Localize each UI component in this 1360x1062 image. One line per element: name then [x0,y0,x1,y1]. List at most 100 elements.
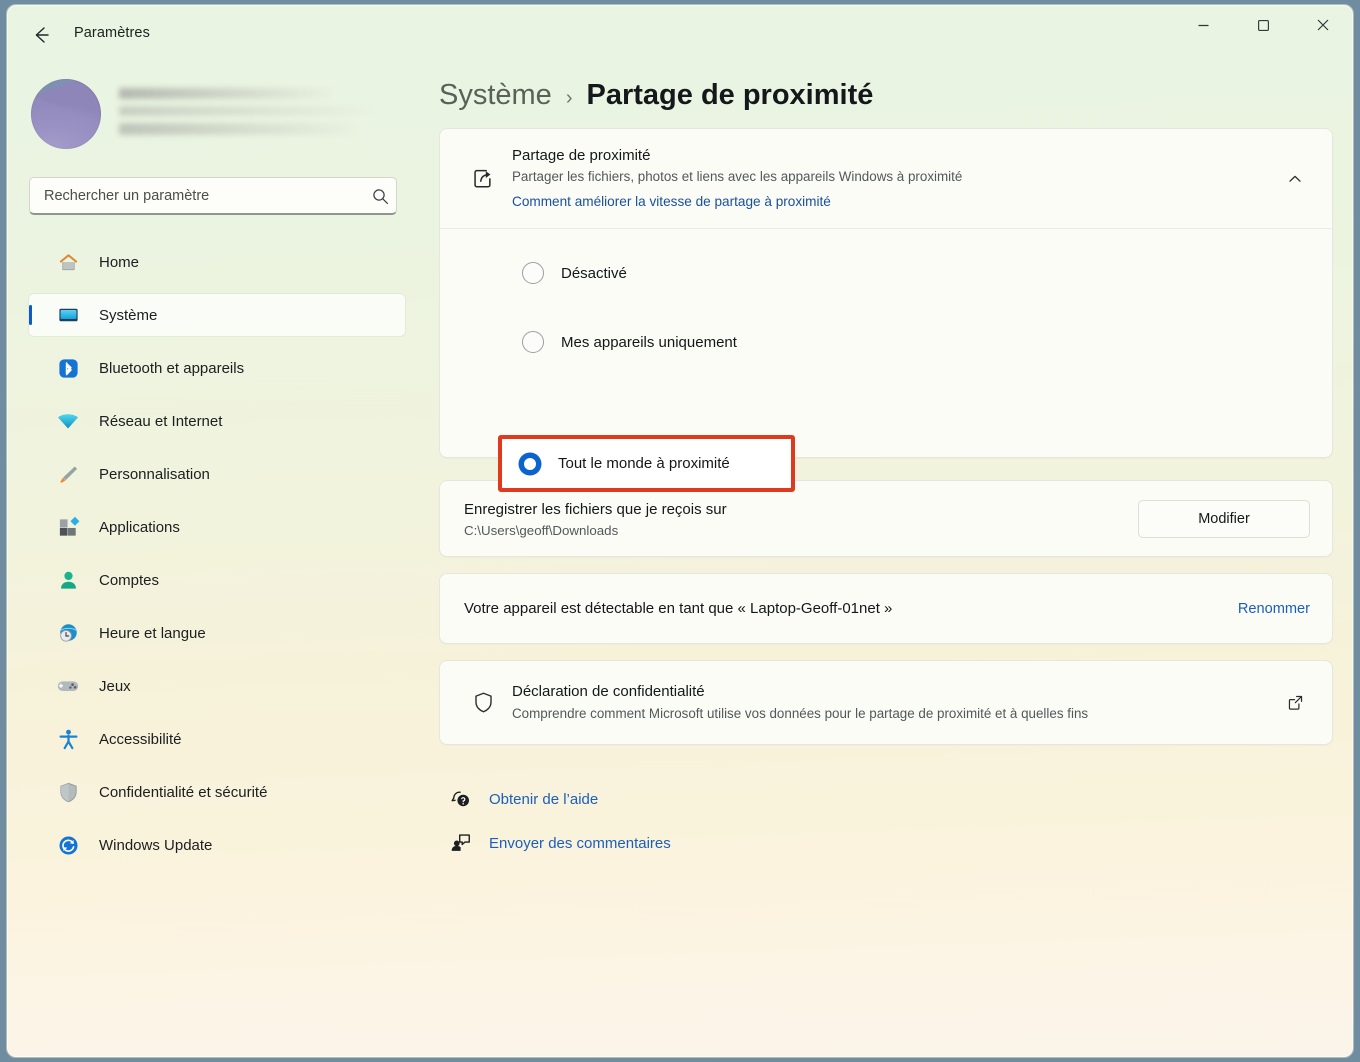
sidebar-item-home[interactable]: Home [29,241,405,283]
nearby-sharing-card: Partage de proximité Partager les fichie… [439,128,1333,459]
sidebar-item-personnalisation[interactable]: Personnalisation [29,453,405,495]
sidebar-item-label: Confidentialité et sécurité [99,783,268,801]
sidebar-item-reseau[interactable]: Réseau et Internet [29,400,405,442]
app-title: Paramètres [74,25,150,41]
sidebar-item-bluetooth[interactable]: Bluetooth et appareils [29,347,405,389]
privacy-row[interactable]: Déclaration de confidentialité Comprendr… [440,661,1332,744]
close-icon [1317,19,1329,31]
radio-label: Désactivé [561,264,627,282]
minimize-icon [1198,24,1208,26]
radio-label: Mes appareils uniquement [561,333,737,351]
search-box [29,177,405,215]
breadcrumb: Système › Partage de proximité [439,65,1333,112]
radio-indicator-selected [519,452,541,475]
get-help-link[interactable]: Obtenir de l’aide [447,779,598,819]
radio-option-desactive[interactable]: Désactivé [440,253,1332,293]
chevron-right-icon: › [565,87,573,109]
close-button[interactable] [1293,5,1353,45]
shield-icon [55,779,81,805]
device-name-text: Votre appareil est détectable en tant qu… [464,598,1222,619]
sidebar-item-systeme[interactable]: Système [29,294,405,336]
sidebar-item-label: Home [99,253,140,271]
redacted-line [119,106,371,116]
sidebar-nav: Home Système Bluetooth et appareils Rése… [29,241,405,866]
person-icon [55,567,81,593]
maximize-icon [1257,19,1269,31]
title-bar: Paramètres [7,5,1353,65]
help-icon [447,788,475,810]
search-input[interactable] [29,177,397,215]
update-icon [55,832,81,858]
nearby-sharing-subtitle: Partager les fichiers, photos et liens a… [512,169,963,185]
sidebar-item-label: Applications [99,518,180,536]
sharing-mode-radio-group: Désactivé Mes appareils uniquement Tout … [440,229,1332,457]
nearby-sharing-header[interactable]: Partage de proximité Partager les fichie… [440,129,1332,228]
radio-indicator [522,262,544,285]
sidebar-item-label: Comptes [99,571,160,589]
accessibility-icon [55,726,81,752]
modify-button[interactable]: Modifier [1138,499,1310,538]
sidebar-item-label: Heure et langue [99,624,206,642]
sidebar-item-comptes[interactable]: Comptes [29,559,405,601]
page-title: Partage de proximité [586,79,874,111]
save-location-path: C:\Users\geoff\Downloads [464,523,619,539]
privacy-statement-card[interactable]: Déclaration de confidentialité Comprendr… [439,660,1333,746]
rename-link[interactable]: Renommer [1222,601,1310,617]
account-name-redacted [119,86,405,142]
window-controls [1173,5,1353,45]
back-button[interactable] [21,17,61,53]
sidebar-item-label: Bluetooth et appareils [99,359,245,377]
sidebar-item-label: Windows Update [99,836,213,854]
maximize-button[interactable] [1233,5,1293,45]
improve-speed-link[interactable]: Comment améliorer la vitesse de partage … [512,191,831,213]
privacy-text: Déclaration de confidentialité Comprendr… [512,681,1280,724]
sidebar-item-heure-langue[interactable]: Heure et langue [29,612,405,654]
nearby-sharing-text: Partage de proximité Partager les fichie… [512,145,1280,212]
nearby-sharing-title: Partage de proximité [512,147,651,164]
clock-globe-icon [55,620,81,646]
save-location-row: Enregistrer les fichiers que je reçois s… [440,481,1332,556]
radio-label: Tout le monde à proximité [558,455,730,472]
highlighted-selected-option[interactable]: Tout le monde à proximité [498,435,795,492]
settings-window: Paramètres Rechercher un paramètre Home … [6,4,1354,1058]
privacy-subtitle: Comprendre comment Microsoft utilise vos… [512,705,1089,721]
breadcrumb-parent[interactable]: Système [439,79,552,112]
sidebar-item-label: Réseau et Internet [99,412,223,430]
sidebar-item-label: Jeux [99,677,131,695]
sidebar-item-jeux[interactable]: Jeux [29,665,405,707]
sidebar: Home Système [7,65,427,1057]
sidebar-item-accessibilite[interactable]: Accessibilité [29,718,405,760]
minimize-button[interactable] [1173,5,1233,45]
send-feedback-label: Envoyer des commentaires [489,834,671,852]
external-link-icon[interactable] [1280,694,1310,711]
sidebar-item-label: Personnalisation [99,465,210,483]
back-arrow-icon [35,27,49,43]
device-name-label: Votre appareil est détectable en tant qu… [464,600,893,618]
redacted-line [119,88,331,99]
sidebar-item-label: Système [99,306,158,324]
wifi-icon [55,408,81,434]
device-name-row: Votre appareil est détectable en tant qu… [440,574,1332,643]
share-icon [466,166,500,191]
radio-option-mes-appareils[interactable]: Mes appareils uniquement [440,322,1332,362]
display-icon [55,302,81,328]
sidebar-item-confidentialite[interactable]: Confidentialité et sécurité [29,771,405,813]
paintbrush-icon [55,461,81,487]
shield-outline-icon [466,690,500,715]
save-location-title: Enregistrer les fichiers que je reçois s… [464,501,727,519]
footer-links: Obtenir de l’aide Envoyer des commentair… [439,779,1333,863]
home-icon [55,249,81,275]
save-location-text: Enregistrer les fichiers que je reçois s… [464,499,1138,538]
send-feedback-link[interactable]: Envoyer des commentaires [447,823,671,863]
avatar [31,79,101,149]
device-name-card: Votre appareil est détectable en tant qu… [439,573,1333,645]
privacy-title: Déclaration de confidentialité [512,683,705,701]
apps-icon [55,514,81,540]
feedback-icon [447,832,475,854]
sidebar-item-applications[interactable]: Applications [29,506,405,548]
sidebar-item-windows-update[interactable]: Windows Update [29,824,405,866]
chevron-up-icon[interactable] [1280,171,1310,187]
radio-indicator [522,331,544,354]
redacted-line [119,123,354,135]
account-tile[interactable] [29,65,405,149]
